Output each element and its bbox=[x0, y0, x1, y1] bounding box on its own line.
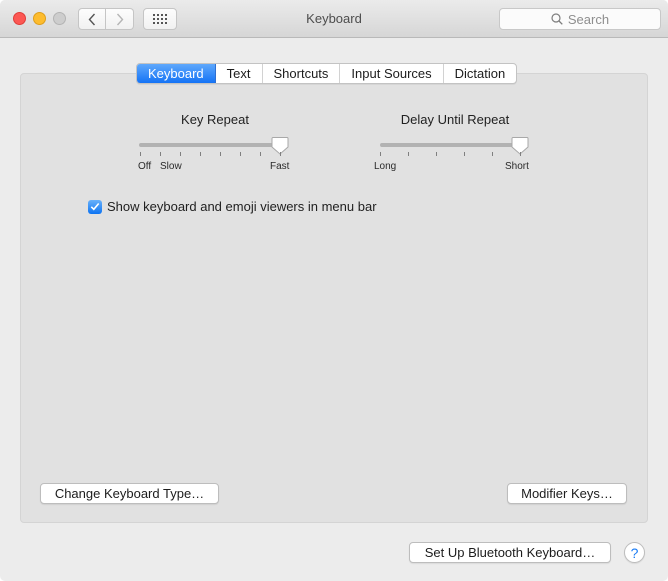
key-repeat-group: Key Repeat Off Slow Fast bbox=[130, 112, 300, 177]
delay-until-repeat-tick bbox=[436, 152, 437, 156]
delay-until-repeat-track[interactable] bbox=[380, 143, 525, 147]
search-icon bbox=[551, 13, 563, 25]
key-repeat-track[interactable] bbox=[139, 143, 280, 147]
key-repeat-off-label: Off bbox=[138, 161, 152, 172]
help-icon: ? bbox=[630, 544, 639, 561]
key-repeat-tick bbox=[180, 152, 181, 156]
key-repeat-tick bbox=[260, 152, 261, 156]
delay-long-label: Long bbox=[374, 161, 397, 172]
title-bar: Keyboard Search bbox=[0, 0, 668, 38]
delay-until-repeat-group: Delay Until Repeat Long Short bbox=[365, 112, 545, 177]
search-field[interactable]: Search bbox=[499, 8, 661, 30]
key-repeat-tick bbox=[220, 152, 221, 156]
show-viewers-row: Show keyboard and emoji viewers in menu … bbox=[88, 199, 377, 214]
tab-shortcuts[interactable]: Shortcuts bbox=[263, 64, 341, 83]
delay-until-repeat-title: Delay Until Repeat bbox=[400, 112, 510, 127]
checkmark-icon bbox=[90, 202, 100, 211]
tab-input-sources[interactable]: Input Sources bbox=[340, 64, 444, 83]
delay-until-repeat-tick bbox=[464, 152, 465, 156]
content-panel bbox=[20, 73, 648, 523]
key-repeat-fast-label: Fast bbox=[270, 161, 290, 172]
change-keyboard-type-button[interactable]: Change Keyboard Type… bbox=[40, 483, 219, 504]
key-repeat-tick bbox=[280, 152, 281, 156]
key-repeat-tick bbox=[140, 152, 141, 156]
key-repeat-tick bbox=[200, 152, 201, 156]
tab-dictation[interactable]: Dictation bbox=[444, 64, 517, 83]
search-placeholder: Search bbox=[567, 11, 610, 27]
delay-until-repeat-tick bbox=[408, 152, 409, 156]
delay-until-repeat-tick bbox=[380, 152, 381, 156]
tab-text[interactable]: Text bbox=[216, 64, 263, 83]
key-repeat-title: Key Repeat bbox=[181, 112, 249, 127]
key-repeat-tick bbox=[160, 152, 161, 156]
delay-until-repeat-tick bbox=[492, 152, 493, 156]
tab-keyboard[interactable]: Keyboard bbox=[137, 64, 216, 83]
key-repeat-tick bbox=[240, 152, 241, 156]
modifier-keys-button[interactable]: Modifier Keys… bbox=[507, 483, 627, 504]
help-button[interactable]: ? bbox=[624, 542, 645, 563]
keyboard-preferences-window: Keyboard Search Keyboard Text Shortcuts … bbox=[0, 0, 668, 581]
delay-short-label: Short bbox=[505, 161, 529, 172]
show-viewers-label[interactable]: Show keyboard and emoji viewers in menu … bbox=[107, 199, 377, 214]
show-viewers-checkbox[interactable] bbox=[88, 199, 102, 214]
setup-bluetooth-keyboard-button[interactable]: Set Up Bluetooth Keyboard… bbox=[409, 542, 611, 563]
key-repeat-slow-label: Slow bbox=[160, 161, 182, 172]
delay-until-repeat-tick bbox=[520, 152, 521, 156]
tab-bar: Keyboard Text Shortcuts Input Sources Di… bbox=[136, 63, 518, 84]
